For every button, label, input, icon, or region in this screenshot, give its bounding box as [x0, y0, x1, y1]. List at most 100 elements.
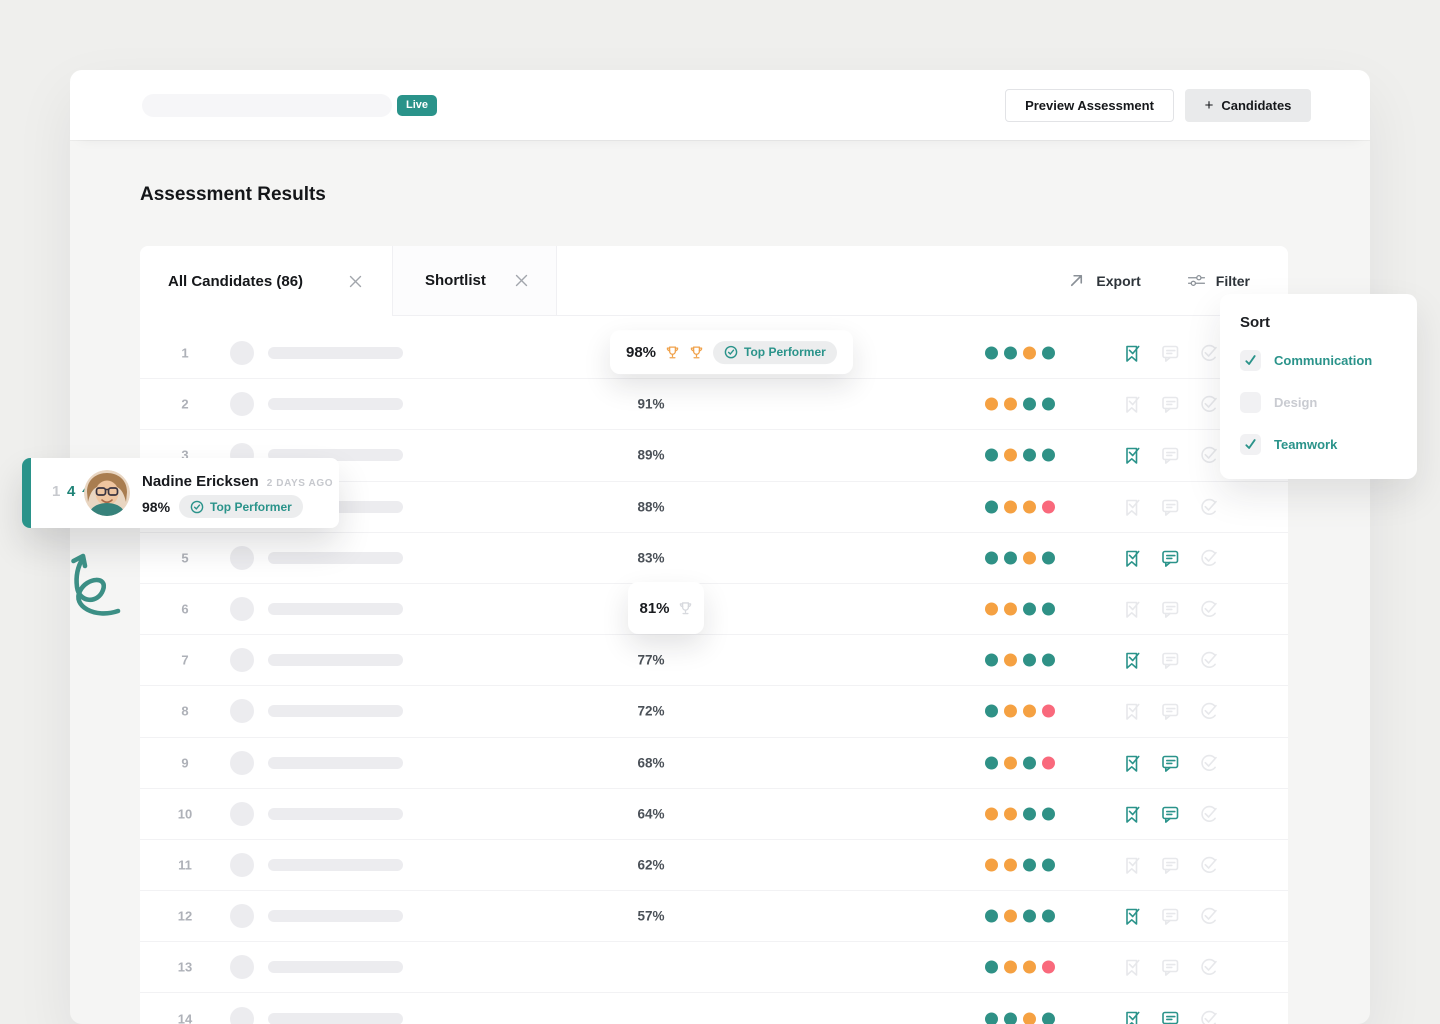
- candidate-score: 98%: [142, 498, 171, 515]
- bookmark-check-icon[interactable]: [1121, 700, 1143, 722]
- table-row[interactable]: 2 91%: [140, 379, 1288, 431]
- bookmark-check-icon[interactable]: [1121, 649, 1143, 671]
- score-dot: [1004, 346, 1017, 360]
- table-row[interactable]: 6 81%: [140, 581, 1288, 636]
- rank-number: 1: [181, 345, 189, 361]
- score-dot: [1023, 397, 1036, 411]
- table-row[interactable]: 11 62%: [140, 840, 1288, 892]
- bookmark-check-icon[interactable]: [1121, 444, 1143, 466]
- bookmark-check-icon[interactable]: [1121, 393, 1143, 415]
- table-row[interactable]: 7 77%: [140, 635, 1288, 687]
- sort-option-teamwork[interactable]: Teamwork: [1240, 431, 1397, 457]
- comment-icon[interactable]: [1159, 803, 1181, 825]
- table-row[interactable]: 13: [140, 942, 1288, 994]
- review-check-icon[interactable]: [1197, 547, 1219, 569]
- tab-shortlist-label: Shortlist: [425, 272, 486, 289]
- table-row[interactable]: 1 98% Top Performer: [140, 328, 1288, 380]
- tab-shortlist[interactable]: Shortlist: [392, 246, 557, 316]
- avatar-placeholder: [230, 597, 254, 622]
- score-dot: [1004, 1012, 1017, 1024]
- review-check-icon[interactable]: [1197, 393, 1219, 415]
- bookmark-check-icon[interactable]: [1121, 598, 1143, 620]
- comment-icon[interactable]: [1159, 393, 1181, 415]
- score-dot: [1023, 653, 1036, 667]
- review-check-icon[interactable]: [1197, 444, 1219, 466]
- review-check-icon[interactable]: [1197, 649, 1219, 671]
- comment-icon[interactable]: [1159, 752, 1181, 774]
- bookmark-check-icon[interactable]: [1121, 854, 1143, 876]
- review-check-icon[interactable]: [1197, 598, 1219, 620]
- bookmark-check-icon[interactable]: [1121, 496, 1143, 518]
- comment-icon[interactable]: [1159, 496, 1181, 518]
- score-dots: [985, 909, 1055, 923]
- comment-icon[interactable]: [1159, 956, 1181, 978]
- filter-button[interactable]: Filter: [1187, 271, 1250, 290]
- comment-icon[interactable]: [1159, 547, 1181, 569]
- add-candidates-button[interactable]: + Candidates: [1185, 89, 1311, 122]
- rank-number: 8: [181, 703, 189, 719]
- review-check-icon[interactable]: [1197, 342, 1219, 364]
- review-check-icon[interactable]: [1197, 803, 1219, 825]
- comment-icon[interactable]: [1159, 1008, 1181, 1024]
- comment-icon[interactable]: [1159, 854, 1181, 876]
- candidate-highlight-card[interactable]: 1 4 Nadine Ericksen 2 DAYS AGO 98% Top P…: [22, 458, 339, 528]
- avatar-placeholder: [230, 750, 254, 775]
- checkbox[interactable]: [1240, 349, 1261, 371]
- previous-rank: 1: [52, 483, 61, 500]
- comment-icon[interactable]: [1159, 905, 1181, 927]
- rank-number: 10: [177, 806, 193, 822]
- bookmark-check-icon[interactable]: [1121, 905, 1143, 927]
- name-placeholder: [268, 551, 403, 564]
- score-value: 77%: [637, 652, 665, 668]
- sort-panel-title: Sort: [1240, 314, 1270, 331]
- review-check-icon[interactable]: [1197, 854, 1219, 876]
- preview-assessment-button[interactable]: Preview Assessment: [1005, 89, 1174, 122]
- score-dot: [1004, 500, 1017, 514]
- comment-icon[interactable]: [1159, 700, 1181, 722]
- table-row[interactable]: 9 68%: [140, 738, 1288, 789]
- sort-option-label: Teamwork: [1274, 436, 1338, 452]
- bookmark-check-icon[interactable]: [1121, 803, 1143, 825]
- rank-number: 13: [177, 959, 193, 975]
- name-placeholder: [268, 858, 403, 871]
- close-tab-icon[interactable]: [515, 274, 528, 287]
- table-row[interactable]: 12 57%: [140, 891, 1288, 943]
- score-dots: [985, 858, 1055, 872]
- close-tab-icon[interactable]: [349, 275, 362, 288]
- export-button[interactable]: Export: [1067, 271, 1141, 290]
- comment-icon[interactable]: [1159, 444, 1181, 466]
- score-value: 62%: [637, 857, 665, 873]
- table-row[interactable]: 8 72%: [140, 686, 1288, 738]
- review-check-icon[interactable]: [1197, 496, 1219, 518]
- review-check-icon[interactable]: [1197, 956, 1219, 978]
- checkbox[interactable]: [1240, 391, 1261, 413]
- comment-icon[interactable]: [1159, 598, 1181, 620]
- table-row[interactable]: 5 83%: [140, 533, 1288, 584]
- comment-icon[interactable]: [1159, 342, 1181, 364]
- sort-option-communication[interactable]: Communication: [1240, 347, 1397, 373]
- comment-icon[interactable]: [1159, 649, 1181, 671]
- score-dot: [1004, 448, 1017, 462]
- bookmark-check-icon[interactable]: [1121, 956, 1143, 978]
- score-dot: [1042, 858, 1055, 872]
- score-dot: [1023, 500, 1036, 514]
- checkbox[interactable]: [1240, 433, 1261, 455]
- sort-option-design[interactable]: Design: [1240, 389, 1397, 415]
- table-row[interactable]: 10 64%: [140, 789, 1288, 840]
- score-dots: [985, 756, 1055, 770]
- bookmark-check-icon[interactable]: [1121, 342, 1143, 364]
- review-check-icon[interactable]: [1197, 1008, 1219, 1024]
- avatar-placeholder: [230, 955, 254, 980]
- score-dot: [1042, 397, 1055, 411]
- review-check-icon[interactable]: [1197, 700, 1219, 722]
- review-check-icon[interactable]: [1197, 752, 1219, 774]
- tab-all-candidates[interactable]: All Candidates (86): [140, 246, 392, 316]
- score-dot: [985, 1012, 998, 1024]
- review-check-icon[interactable]: [1197, 905, 1219, 927]
- table-row[interactable]: 14: [140, 993, 1288, 1024]
- bookmark-check-icon[interactable]: [1121, 547, 1143, 569]
- bookmark-check-icon[interactable]: [1121, 752, 1143, 774]
- filter-sliders-icon: [1187, 271, 1206, 290]
- score-dot: [985, 448, 998, 462]
- bookmark-check-icon[interactable]: [1121, 1008, 1143, 1024]
